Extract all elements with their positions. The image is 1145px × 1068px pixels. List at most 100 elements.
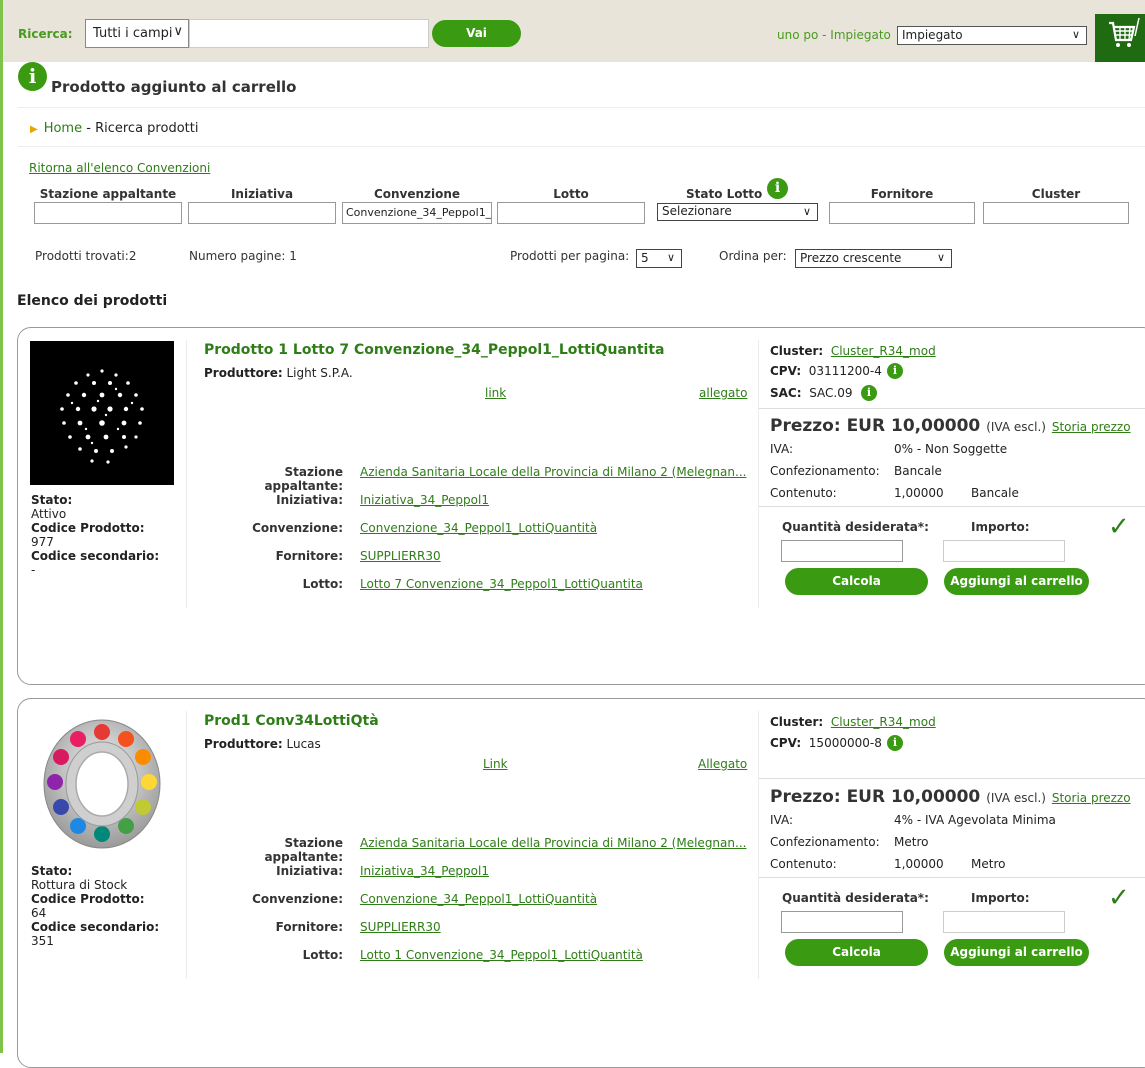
- price-value: 10,00000: [891, 787, 981, 807]
- search-input[interactable]: [189, 19, 429, 48]
- calculate-button[interactable]: Calcola: [785, 939, 928, 966]
- convenzione-link[interactable]: Convenzione_34_Peppol1_LottiQuantità: [360, 892, 597, 906]
- fornitore-label: Fornitore:: [275, 920, 343, 934]
- product-name[interactable]: Prodotto 1 Lotto 7 Convenzione_34_Peppol…: [204, 342, 665, 358]
- chevron-down-icon: ∨: [936, 251, 945, 264]
- product-card: Stato: Rottura di Stock Codice Prodotto:…: [17, 698, 1145, 1068]
- filter-iniziativa-label: Iniziativa: [230, 187, 294, 201]
- iniziativa-link[interactable]: Iniziativa_34_Peppol1: [360, 493, 489, 507]
- search-go-button[interactable]: Vai: [432, 20, 521, 47]
- stazione-link[interactable]: Azienda Sanitaria Locale della Provincia…: [360, 836, 746, 850]
- codice-secondario-label: Codice secondario:: [31, 920, 160, 934]
- triangle-right-icon: ▶: [30, 124, 38, 135]
- cluster-row: Cluster: Cluster_R34_mod: [770, 715, 936, 729]
- divider: [758, 711, 759, 979]
- iniziativa-label: Iniziativa:: [276, 493, 343, 507]
- breadcrumb-home-link[interactable]: Home: [44, 121, 82, 136]
- per-page-select[interactable]: 5 ∨: [636, 249, 682, 268]
- notice-bar: i Prodotto aggiunto al carrello: [18, 62, 1145, 108]
- cpv-row: CPV: 15000000-8: [770, 736, 882, 750]
- check-icon: ✓: [1108, 883, 1130, 913]
- role-select-value: Impiegato: [902, 28, 963, 42]
- product-attachment-link[interactable]: allegato: [699, 386, 747, 400]
- product-image-sphere: [60, 369, 144, 464]
- left-accent-bar: [0, 0, 3, 1053]
- product-image: [30, 341, 174, 485]
- back-to-conventions-link[interactable]: Ritorna all'elenco Convenzioni: [29, 161, 210, 175]
- confezionamento-label: Confezionamento:: [770, 835, 880, 849]
- filter-fornitore-input[interactable]: [829, 202, 975, 224]
- divider: [759, 408, 1145, 409]
- price-history-link[interactable]: Storia prezzo: [1052, 791, 1131, 805]
- sac-label: SAC:: [770, 386, 802, 400]
- stato-value: Rottura di Stock: [31, 878, 128, 892]
- info-icon[interactable]: i: [861, 385, 877, 401]
- info-icon[interactable]: i: [887, 735, 903, 751]
- sac-value: SAC.09: [809, 386, 853, 400]
- product-status-block: Stato: Rottura di Stock Codice Prodotto:…: [31, 864, 159, 948]
- product-list-title: Elenco dei prodotti: [17, 293, 168, 309]
- stato-label: Stato:: [31, 864, 73, 878]
- codice-label: Codice Prodotto:: [31, 892, 145, 906]
- filter-convenzione-input[interactable]: Convenzione_34_Peppol1_LottiQuantita: [342, 202, 492, 224]
- lotto-link[interactable]: Lotto 7 Convenzione_34_Peppol1_LottiQuan…: [360, 577, 643, 591]
- product-name[interactable]: Prod1 Conv34LottiQtà: [204, 713, 379, 729]
- add-to-cart-button[interactable]: Aggiungi al carrello: [944, 568, 1089, 595]
- product-link[interactable]: link: [485, 386, 506, 400]
- cpv-label: CPV:: [770, 364, 802, 378]
- cpv-value: 03111200-4: [808, 364, 882, 378]
- filter-stato-lotto-label: Stato Lotto: [686, 187, 763, 201]
- importo-label: Importo:: [971, 520, 1030, 534]
- fornitore-link[interactable]: SUPPLIERR30: [360, 920, 441, 934]
- cluster-link[interactable]: Cluster_R34_mod: [831, 344, 936, 358]
- product-link[interactable]: Link: [483, 757, 508, 771]
- order-select[interactable]: Prezzo crescente ∨: [795, 249, 952, 268]
- convenzione-link[interactable]: Convenzione_34_Peppol1_LottiQuantità: [360, 521, 597, 535]
- filter-iniziativa-input[interactable]: [188, 202, 336, 224]
- divider: [759, 877, 1145, 878]
- sac-row: SAC: SAC.09: [770, 386, 853, 400]
- calculate-button[interactable]: Calcola: [785, 568, 928, 595]
- top-search-bar: Ricerca: Tutti i campi ∨ Vai uno po - Im…: [3, 0, 1145, 62]
- stazione-label: Stazione appaltante:: [264, 465, 343, 493]
- add-to-cart-button[interactable]: Aggiungi al carrello: [944, 939, 1089, 966]
- role-select[interactable]: Impiegato ∨: [897, 26, 1087, 45]
- codice-label: Codice Prodotto:: [31, 521, 145, 535]
- producer-label: Produttore:: [204, 737, 283, 751]
- search-field-select[interactable]: Tutti i campi ∨: [85, 19, 189, 48]
- info-icon[interactable]: i: [767, 178, 788, 199]
- cart-icon: [1109, 17, 1140, 47]
- filter-cluster-input[interactable]: [983, 202, 1129, 224]
- contenuto-label: Contenuto:: [770, 857, 837, 871]
- stazione-link[interactable]: Azienda Sanitaria Locale della Provincia…: [360, 465, 746, 479]
- lotto-link[interactable]: Lotto 1 Convenzione_34_Peppol1_LottiQuan…: [360, 948, 643, 962]
- fornitore-link[interactable]: SUPPLIERR30: [360, 549, 441, 563]
- product-image-bearing: [43, 719, 161, 849]
- contenuto-label: Contenuto:: [770, 486, 837, 500]
- price-currency: EUR: [846, 416, 886, 436]
- fornitore-label: Fornitore:: [275, 549, 343, 563]
- product-attachment-link[interactable]: Allegato: [698, 757, 747, 771]
- cluster-link[interactable]: Cluster_R34_mod: [831, 715, 936, 729]
- products-found-value: 2: [128, 249, 137, 263]
- breadcrumb: ▶ Home - Ricerca prodotti: [30, 121, 198, 136]
- cart-button[interactable]: [1095, 14, 1145, 62]
- iva-value: 4% - IVA Agevolata Minima: [894, 813, 1056, 827]
- cpv-value: 15000000-8: [808, 736, 882, 750]
- iniziativa-link[interactable]: Iniziativa_34_Peppol1: [360, 864, 489, 878]
- info-icon[interactable]: i: [887, 363, 903, 379]
- producer: Produttore: Lucas: [204, 737, 321, 751]
- price-history-link[interactable]: Storia prezzo: [1052, 420, 1131, 434]
- confezionamento-value: Metro: [894, 835, 929, 849]
- convenzione-label: Convenzione:: [252, 892, 343, 906]
- product-status-block: Stato: Attivo Codice Prodotto: 977 Codic…: [31, 493, 159, 577]
- quantity-input[interactable]: [781, 540, 903, 562]
- iva-label: IVA:: [770, 813, 794, 827]
- filter-stazione-input[interactable]: [34, 202, 182, 224]
- filter-lotto-input[interactable]: [497, 202, 645, 224]
- quantity-input[interactable]: [781, 911, 903, 933]
- products-found: Prodotti trovati:2: [35, 249, 136, 263]
- price-note: (IVA escl.): [986, 791, 1046, 805]
- filter-stato-lotto-select[interactable]: Selezionare ∨: [657, 203, 818, 221]
- chevron-down-icon: ∨: [1071, 28, 1080, 41]
